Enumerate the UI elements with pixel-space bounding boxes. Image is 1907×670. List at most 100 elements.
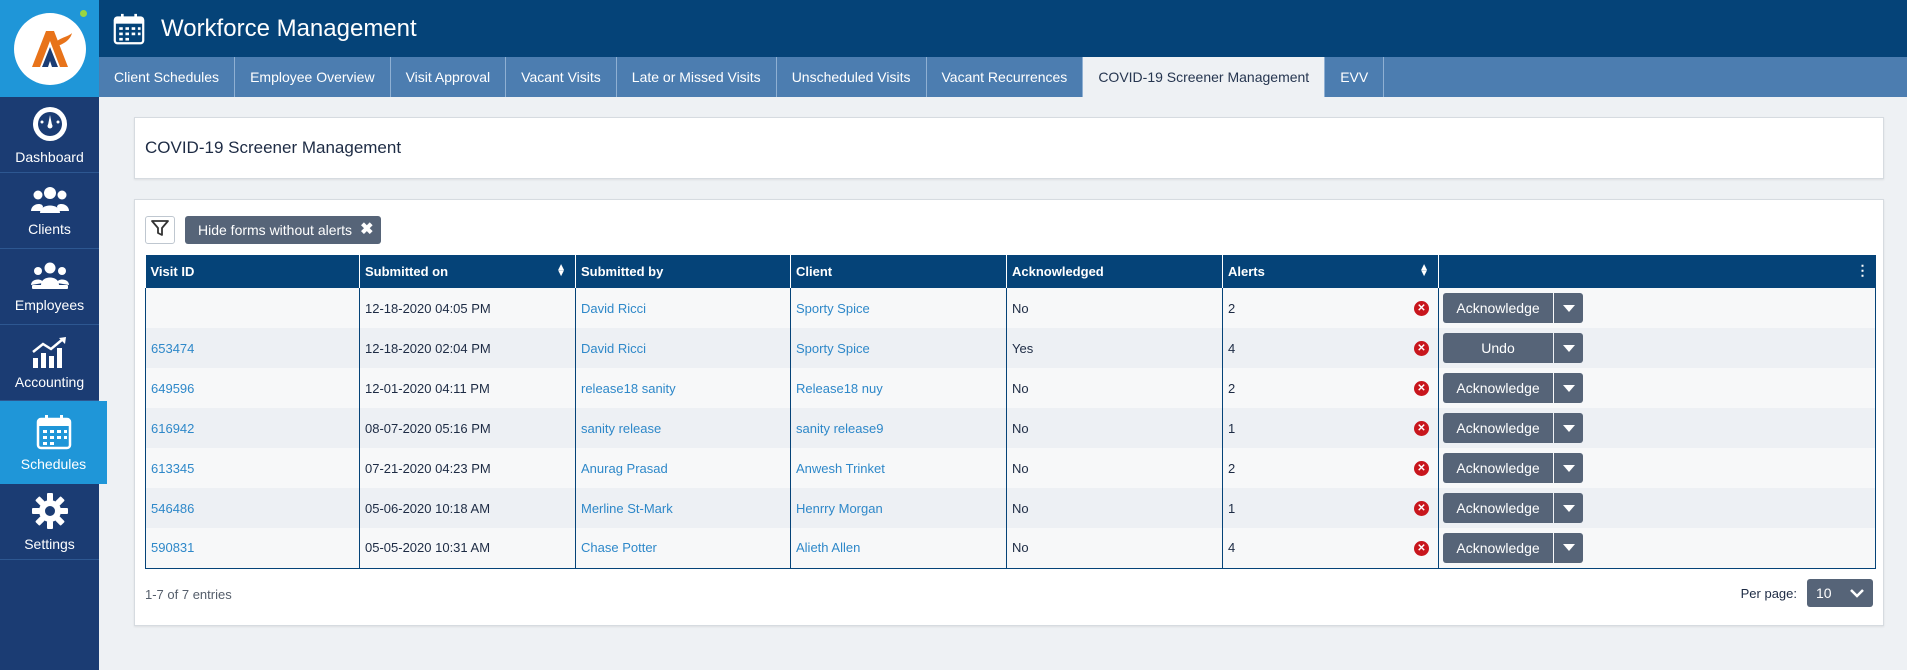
submitted-on-value: 12-18-2020 02:04 PM bbox=[365, 340, 491, 356]
caret-down-icon bbox=[1562, 540, 1575, 555]
alert-error-icon[interactable]: ✕ bbox=[1414, 501, 1429, 516]
cell-visit-id: 653474 bbox=[145, 328, 360, 368]
submitted-by-link[interactable]: Anurag Prasad bbox=[581, 461, 668, 476]
visit-id-link[interactable]: 590831 bbox=[151, 540, 194, 555]
sort-icon[interactable]: ▲ ▼ bbox=[1419, 263, 1429, 279]
sidebar-item-employees[interactable]: Employees bbox=[0, 249, 99, 325]
client-link[interactable]: sanity release9 bbox=[796, 421, 883, 436]
column-header-submitted-on[interactable]: Submitted on ▲ ▼ bbox=[359, 255, 576, 288]
tab-vacant-recurrences[interactable]: Vacant Recurrences bbox=[927, 57, 1084, 97]
column-header-client[interactable]: Client bbox=[790, 255, 1007, 288]
acknowledged-value: No bbox=[1012, 300, 1029, 316]
table-row: 649596 12-01-2020 04:11 PM release18 san… bbox=[145, 368, 1876, 408]
client-link[interactable]: Sporty Spice bbox=[796, 301, 870, 316]
column-header-alerts[interactable]: Alerts ▲ ▼ bbox=[1222, 255, 1439, 288]
alert-error-icon[interactable]: ✕ bbox=[1414, 541, 1429, 556]
acknowledge-button[interactable]: Acknowledge bbox=[1443, 373, 1553, 403]
submitted-by-link[interactable]: Merline St-Mark bbox=[581, 501, 673, 516]
action-button-group: Acknowledge bbox=[1443, 493, 1871, 523]
cell-submitted-by: David Ricci bbox=[575, 288, 791, 328]
cell-submitted-on: 07-21-2020 04:23 PM bbox=[359, 448, 576, 488]
tab-employee-overview[interactable]: Employee Overview bbox=[235, 57, 391, 97]
action-dropdown-button[interactable] bbox=[1554, 493, 1583, 523]
client-link[interactable]: Anwesh Trinket bbox=[796, 461, 885, 476]
submitted-by-link[interactable]: David Ricci bbox=[581, 341, 646, 356]
action-dropdown-button[interactable] bbox=[1554, 413, 1583, 443]
visit-id-link[interactable]: 616942 bbox=[151, 421, 194, 436]
tab-unscheduled-visits[interactable]: Unscheduled Visits bbox=[777, 57, 927, 97]
client-link[interactable]: Sporty Spice bbox=[796, 341, 870, 356]
acknowledge-button[interactable]: Undo bbox=[1443, 333, 1553, 363]
app-title: Workforce Management bbox=[161, 14, 417, 42]
alerts-count: 2 bbox=[1228, 300, 1236, 316]
action-dropdown-button[interactable] bbox=[1554, 293, 1583, 323]
submitted-by-link[interactable]: release18 sanity bbox=[581, 381, 676, 396]
calendar-icon bbox=[36, 414, 72, 450]
visit-id-link[interactable]: 546486 bbox=[151, 501, 194, 516]
column-header-actions[interactable]: ⋮ bbox=[1438, 255, 1876, 288]
action-button-group: Acknowledge bbox=[1443, 373, 1871, 403]
alert-error-icon[interactable]: ✕ bbox=[1414, 381, 1429, 396]
client-link[interactable]: Henrry Morgan bbox=[796, 501, 883, 516]
action-dropdown-button[interactable] bbox=[1554, 373, 1583, 403]
client-link[interactable]: Release18 nuy bbox=[796, 381, 883, 396]
screener-table: Visit ID Submitted on ▲ ▼ Submitted by Cli… bbox=[145, 255, 1876, 569]
column-header-label: Client bbox=[796, 264, 833, 279]
visit-id-link[interactable]: 649596 bbox=[151, 381, 194, 396]
visit-id-link[interactable]: 653474 bbox=[151, 341, 194, 356]
table-row: 546486 05-06-2020 10:18 AM Merline St-Ma… bbox=[145, 488, 1876, 528]
alert-error-icon[interactable]: ✕ bbox=[1414, 461, 1429, 476]
per-page-select[interactable]: 10 bbox=[1807, 579, 1873, 607]
sidebar-item-schedules[interactable]: Schedules bbox=[0, 401, 107, 484]
acknowledge-button[interactable]: Acknowledge bbox=[1443, 413, 1553, 443]
alert-error-icon[interactable]: ✕ bbox=[1414, 421, 1429, 436]
tab-evv[interactable]: EVV bbox=[1325, 57, 1385, 97]
client-link[interactable]: Alieth Allen bbox=[796, 540, 860, 555]
filter-bar: Hide forms without alerts ✖ bbox=[145, 216, 382, 244]
cell-submitted-on: 05-06-2020 10:18 AM bbox=[359, 488, 576, 528]
column-header-submitted-by[interactable]: Submitted by bbox=[575, 255, 791, 288]
sort-icon[interactable]: ▲ ▼ bbox=[556, 263, 566, 279]
filter-button[interactable] bbox=[145, 216, 175, 244]
alert-error-icon[interactable]: ✕ bbox=[1414, 341, 1429, 356]
action-dropdown-button[interactable] bbox=[1554, 532, 1583, 563]
page-title-panel: COVID-19 Screener Management bbox=[134, 117, 1884, 179]
acknowledge-button[interactable]: Acknowledge bbox=[1443, 293, 1553, 323]
cell-visit-id: 546486 bbox=[145, 488, 360, 528]
cell-client: Release18 nuy bbox=[790, 368, 1007, 408]
acknowledge-button[interactable]: Acknowledge bbox=[1443, 453, 1553, 483]
filter-chip-hide-forms-without-alerts[interactable]: Hide forms without alerts ✖ bbox=[185, 216, 382, 244]
cell-submitted-by: sanity release bbox=[575, 408, 791, 448]
acknowledged-value: No bbox=[1012, 540, 1029, 556]
accounting-chart-icon bbox=[31, 336, 69, 368]
submitted-by-link[interactable]: Chase Potter bbox=[581, 540, 657, 555]
sidebar-item-clients[interactable]: Clients bbox=[0, 173, 99, 249]
action-button-group: Acknowledge bbox=[1443, 532, 1871, 563]
column-header-acknowledged[interactable]: Acknowledged bbox=[1006, 255, 1223, 288]
visit-id-link[interactable]: 613345 bbox=[151, 461, 194, 476]
cell-acknowledged: No bbox=[1006, 528, 1223, 569]
caret-down-icon bbox=[1562, 301, 1575, 316]
action-dropdown-button[interactable] bbox=[1554, 453, 1583, 483]
cell-visit-id: 616942 bbox=[145, 408, 360, 448]
action-dropdown-button[interactable] bbox=[1554, 333, 1583, 363]
submitted-by-link[interactable]: David Ricci bbox=[581, 301, 646, 316]
tab-visit-approval[interactable]: Visit Approval bbox=[391, 57, 507, 97]
column-header-label: Submitted by bbox=[581, 264, 664, 279]
logo-area[interactable] bbox=[0, 0, 99, 97]
column-header-visit-id[interactable]: Visit ID bbox=[145, 255, 360, 288]
alert-error-icon[interactable]: ✕ bbox=[1414, 301, 1429, 316]
kebab-menu-icon[interactable]: ⋮ bbox=[1856, 262, 1870, 279]
close-icon[interactable]: ✖ bbox=[360, 222, 373, 238]
tab-late-or-missed-visits[interactable]: Late or Missed Visits bbox=[617, 57, 777, 97]
tab-vacant-visits[interactable]: Vacant Visits bbox=[506, 57, 617, 97]
acknowledge-button[interactable]: Acknowledge bbox=[1443, 493, 1553, 523]
tab-client-schedules[interactable]: Client Schedules bbox=[99, 57, 236, 97]
sidebar-item-dashboard[interactable]: Dashboard bbox=[0, 97, 99, 173]
sidebar-item-accounting[interactable]: Accounting bbox=[0, 325, 99, 401]
tab-covid-19-screener-management[interactable]: COVID-19 Screener Management bbox=[1083, 57, 1326, 97]
gear-icon bbox=[31, 492, 69, 530]
sidebar-item-settings[interactable]: Settings bbox=[0, 484, 99, 560]
submitted-by-link[interactable]: sanity release bbox=[581, 421, 661, 436]
acknowledge-button[interactable]: Acknowledge bbox=[1443, 532, 1553, 563]
